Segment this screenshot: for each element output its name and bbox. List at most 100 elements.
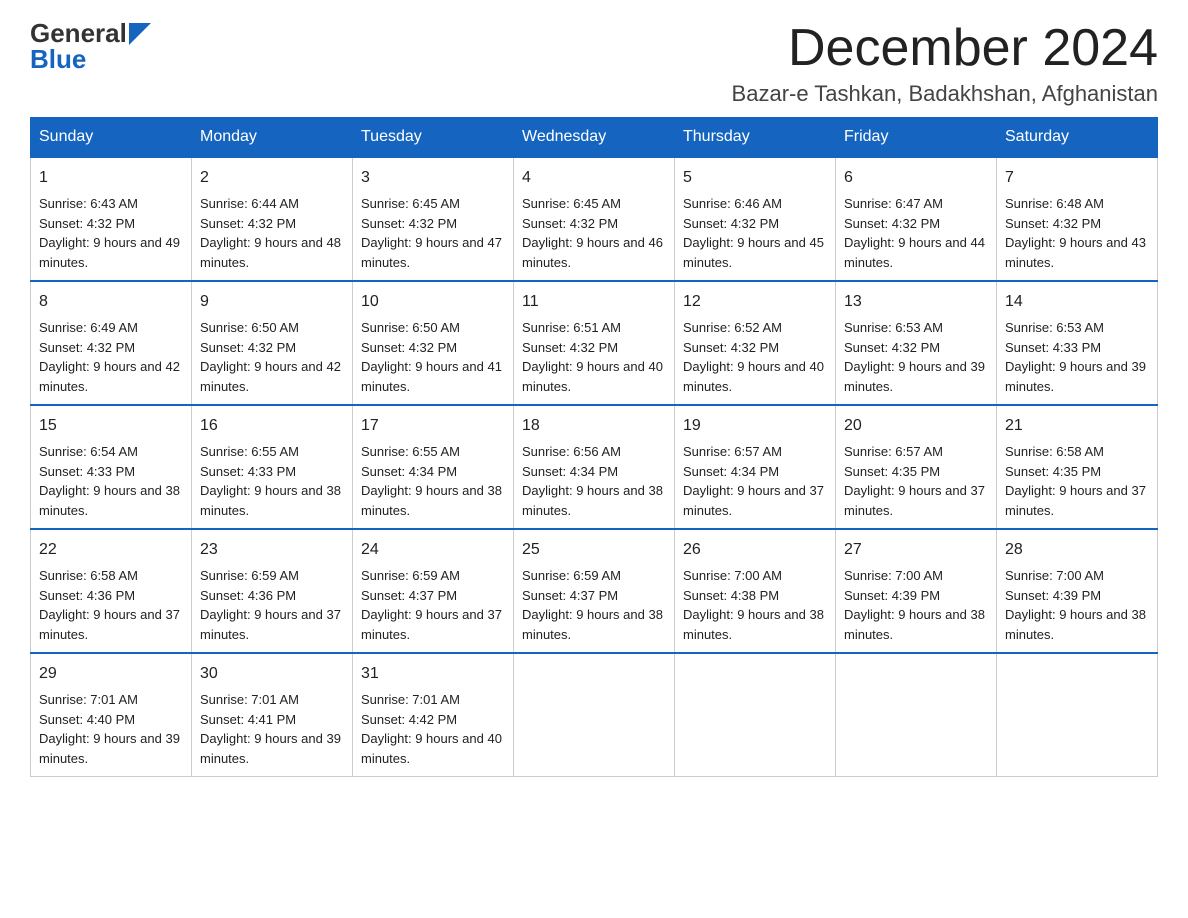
calendar-cell: 6Sunrise: 6:47 AMSunset: 4:32 PMDaylight… bbox=[836, 157, 997, 281]
calendar-cell: 30 Sunrise: 7:01 AM Sunset: 4:41 PM Dayligh… bbox=[192, 653, 353, 777]
day-number: 24 bbox=[361, 538, 505, 562]
day-number: 25 bbox=[522, 538, 666, 562]
daylight-text: Daylight: 9 hours and 42 minutes. bbox=[200, 359, 341, 394]
daylight-text: Daylight: 9 hours and 38 minutes. bbox=[844, 607, 985, 642]
day-number: 18 bbox=[522, 414, 666, 438]
day-number: 22 bbox=[39, 538, 183, 562]
sunrise-text: Sunrise: 6:59 AM bbox=[200, 568, 299, 583]
logo-line2: Blue bbox=[30, 46, 151, 72]
day-number: 16 bbox=[200, 414, 344, 438]
daylight-text: Daylight: 9 hours and 38 minutes. bbox=[683, 607, 824, 642]
sunrise-text: Sunrise: 6:48 AM bbox=[1005, 196, 1104, 211]
sunrise-text: Sunrise: 6:56 AM bbox=[522, 444, 621, 459]
sunrise-text: Sunrise: 6:57 AM bbox=[844, 444, 943, 459]
calendar-cell: 4Sunrise: 6:45 AMSunset: 4:32 PMDaylight… bbox=[514, 157, 675, 281]
sunset-text: Sunset: 4:37 PM bbox=[522, 588, 618, 603]
sunrise-text: Sunrise: 6:50 AM bbox=[361, 320, 460, 335]
day-number: 12 bbox=[683, 290, 827, 314]
calendar-cell: 21Sunrise: 6:58 AMSunset: 4:35 PMDayligh… bbox=[997, 405, 1158, 529]
weekday-header-friday: Friday bbox=[836, 118, 997, 158]
day-number: 7 bbox=[1005, 166, 1149, 190]
day-number: 1 bbox=[39, 166, 183, 190]
day-number: 19 bbox=[683, 414, 827, 438]
sunrise-text: Sunrise: 6:45 AM bbox=[522, 196, 621, 211]
sunset-text: Sunset: 4:32 PM bbox=[39, 216, 135, 231]
header: General Blue December 2024 Bazar-e Tashk… bbox=[30, 20, 1158, 107]
calendar-cell: 13 Sunrise: 6:53 AM Sunset: 4:32 PM Dayligh… bbox=[836, 281, 997, 405]
day-number: 13 bbox=[844, 290, 988, 314]
sunrise-text: Sunrise: 6:44 AM bbox=[200, 196, 299, 211]
calendar-cell bbox=[997, 653, 1158, 777]
calendar-cell: 11Sunrise: 6:51 AMSunset: 4:32 PMDayligh… bbox=[514, 281, 675, 405]
day-number: 27 bbox=[844, 538, 988, 562]
sunset-text: Sunset: 4:39 PM bbox=[844, 588, 940, 603]
location-title: Bazar-e Tashkan, Badakhshan, Afghanistan bbox=[732, 81, 1158, 107]
sunset-text: Sunset: 4:32 PM bbox=[522, 340, 618, 355]
daylight-text: Daylight: 9 hours and 37 minutes. bbox=[361, 607, 502, 642]
sunrise-text: Sunrise: 6:45 AM bbox=[361, 196, 460, 211]
sunrise-text: Sunrise: 6:46 AM bbox=[683, 196, 782, 211]
day-number: 20 bbox=[844, 414, 988, 438]
sunset-text: Sunset: 4:32 PM bbox=[844, 340, 940, 355]
daylight-text: Daylight: 9 hours and 37 minutes. bbox=[683, 483, 824, 518]
sunset-text: Sunset: 4:38 PM bbox=[683, 588, 779, 603]
week-row-5: 29 Sunrise: 7:01 AM Sunset: 4:40 PM Dayligh… bbox=[31, 653, 1158, 777]
calendar-cell: 5Sunrise: 6:46 AMSunset: 4:32 PMDaylight… bbox=[675, 157, 836, 281]
day-number: 3 bbox=[361, 166, 505, 190]
daylight-text: Daylight: 9 hours and 37 minutes. bbox=[39, 607, 180, 642]
daylight-text: Daylight: 9 hours and 37 minutes. bbox=[1005, 483, 1146, 518]
sunset-text: Sunset: 4:41 PM bbox=[200, 712, 296, 727]
sunset-text: Sunset: 4:37 PM bbox=[361, 588, 457, 603]
daylight-text: Daylight: 9 hours and 49 minutes. bbox=[39, 235, 180, 270]
day-number: 29 bbox=[39, 662, 183, 686]
sunrise-text: Sunrise: 7:01 AM bbox=[200, 692, 299, 707]
calendar-cell: 8Sunrise: 6:49 AMSunset: 4:32 PMDaylight… bbox=[31, 281, 192, 405]
calendar-cell bbox=[836, 653, 997, 777]
sunset-text: Sunset: 4:32 PM bbox=[683, 340, 779, 355]
weekday-header-saturday: Saturday bbox=[997, 118, 1158, 158]
calendar-table: SundayMondayTuesdayWednesdayThursdayFrid… bbox=[30, 117, 1158, 777]
day-number: 30 bbox=[200, 662, 344, 686]
daylight-text: Daylight: 9 hours and 47 minutes. bbox=[361, 235, 502, 270]
day-number: 5 bbox=[683, 166, 827, 190]
day-number: 4 bbox=[522, 166, 666, 190]
day-number: 2 bbox=[200, 166, 344, 190]
daylight-text: Daylight: 9 hours and 39 minutes. bbox=[844, 359, 985, 394]
calendar-cell: 25Sunrise: 6:59 AMSunset: 4:37 PMDayligh… bbox=[514, 529, 675, 653]
calendar-cell: 18Sunrise: 6:56 AMSunset: 4:34 PMDayligh… bbox=[514, 405, 675, 529]
day-number: 10 bbox=[361, 290, 505, 314]
daylight-text: Daylight: 9 hours and 37 minutes. bbox=[844, 483, 985, 518]
daylight-text: Daylight: 9 hours and 38 minutes. bbox=[361, 483, 502, 518]
sunrise-text: Sunrise: 7:00 AM bbox=[844, 568, 943, 583]
sunset-text: Sunset: 4:35 PM bbox=[1005, 464, 1101, 479]
calendar-cell: 9Sunrise: 6:50 AMSunset: 4:32 PMDaylight… bbox=[192, 281, 353, 405]
sunrise-text: Sunrise: 7:00 AM bbox=[1005, 568, 1104, 583]
daylight-text: Daylight: 9 hours and 40 minutes. bbox=[361, 731, 502, 766]
sunrise-text: Sunrise: 6:53 AM bbox=[844, 320, 943, 335]
sunset-text: Sunset: 4:32 PM bbox=[1005, 216, 1101, 231]
daylight-text: Daylight: 9 hours and 40 minutes. bbox=[683, 359, 824, 394]
sunrise-text: Sunrise: 6:59 AM bbox=[522, 568, 621, 583]
sunrise-text: Sunrise: 6:49 AM bbox=[39, 320, 138, 335]
daylight-text: Daylight: 9 hours and 39 minutes. bbox=[39, 731, 180, 766]
calendar-cell: 3Sunrise: 6:45 AMSunset: 4:32 PMDaylight… bbox=[353, 157, 514, 281]
calendar-cell: 10Sunrise: 6:50 AMSunset: 4:32 PMDayligh… bbox=[353, 281, 514, 405]
sunset-text: Sunset: 4:34 PM bbox=[522, 464, 618, 479]
weekday-header-monday: Monday bbox=[192, 118, 353, 158]
sunset-text: Sunset: 4:36 PM bbox=[39, 588, 135, 603]
sunset-text: Sunset: 4:39 PM bbox=[1005, 588, 1101, 603]
sunrise-text: Sunrise: 6:47 AM bbox=[844, 196, 943, 211]
sunset-text: Sunset: 4:33 PM bbox=[39, 464, 135, 479]
calendar-cell: 15Sunrise: 6:54 AMSunset: 4:33 PMDayligh… bbox=[31, 405, 192, 529]
sunrise-text: Sunrise: 6:58 AM bbox=[1005, 444, 1104, 459]
weekday-header-thursday: Thursday bbox=[675, 118, 836, 158]
day-number: 9 bbox=[200, 290, 344, 314]
sunset-text: Sunset: 4:42 PM bbox=[361, 712, 457, 727]
daylight-text: Daylight: 9 hours and 43 minutes. bbox=[1005, 235, 1146, 270]
logo-line1: General bbox=[30, 20, 127, 46]
page-wrapper: General Blue December 2024 Bazar-e Tashk… bbox=[30, 20, 1158, 777]
daylight-text: Daylight: 9 hours and 48 minutes. bbox=[200, 235, 341, 270]
week-row-3: 15Sunrise: 6:54 AMSunset: 4:33 PMDayligh… bbox=[31, 405, 1158, 529]
daylight-text: Daylight: 9 hours and 39 minutes. bbox=[200, 731, 341, 766]
sunset-text: Sunset: 4:40 PM bbox=[39, 712, 135, 727]
